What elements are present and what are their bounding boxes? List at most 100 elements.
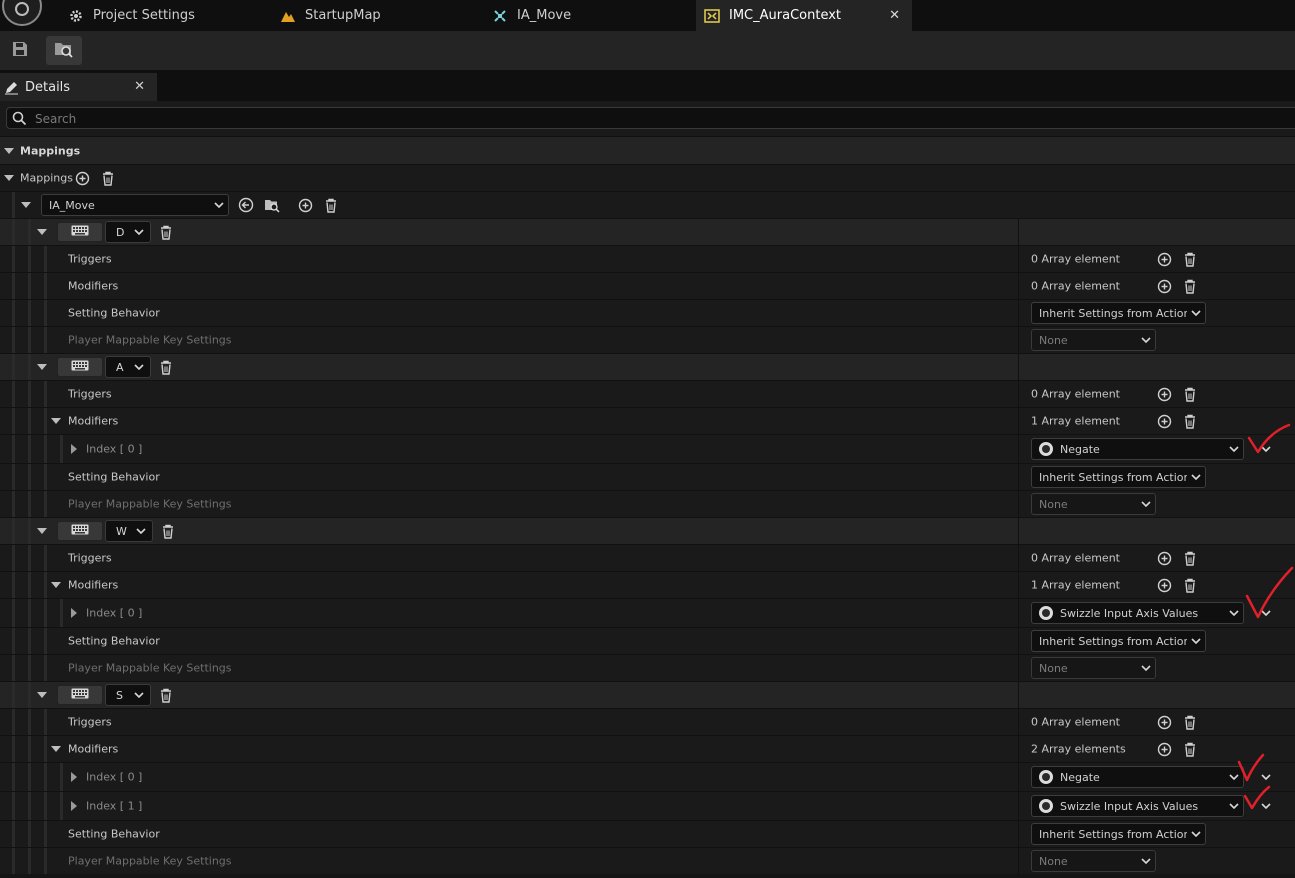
remove-key-button[interactable] xyxy=(158,687,174,703)
add-key-button[interactable] xyxy=(297,197,313,213)
collapsed-arrow-icon[interactable] xyxy=(71,772,77,782)
column-splitter[interactable] xyxy=(1018,545,1019,571)
modifier-class-select[interactable]: Negate xyxy=(1031,766,1244,788)
clear-elements-button[interactable] xyxy=(1182,550,1198,566)
column-splitter[interactable] xyxy=(1018,273,1019,299)
add-element-button[interactable] xyxy=(1156,741,1172,757)
clear-elements-button[interactable] xyxy=(1182,741,1198,757)
triggers-row: Triggers 0 Array element xyxy=(0,544,1295,571)
modifier-class-select[interactable]: Swizzle Input Axis Values xyxy=(1031,795,1244,817)
setting-behavior-select[interactable]: Inherit Settings from Action xyxy=(1031,466,1206,488)
column-splitter[interactable] xyxy=(1018,491,1019,517)
column-splitter[interactable] xyxy=(1018,464,1019,490)
triggers-row: Triggers 0 Array element xyxy=(0,245,1295,272)
add-element-button[interactable] xyxy=(1156,714,1172,730)
column-splitter[interactable] xyxy=(1018,655,1019,681)
player-mappable-select[interactable]: None xyxy=(1031,493,1156,515)
remove-key-button[interactable] xyxy=(158,224,174,240)
column-splitter[interactable] xyxy=(1018,736,1019,762)
modifier-class-select[interactable]: Swizzle Input Axis Values xyxy=(1031,602,1244,624)
clear-elements-button[interactable] xyxy=(1182,714,1198,730)
add-element-button[interactable] xyxy=(1156,386,1172,402)
save-button[interactable] xyxy=(2,36,38,65)
tab-imc-auracontext[interactable]: IMC_AuraContext ✕ xyxy=(696,0,912,31)
browse-asset-button[interactable] xyxy=(264,197,280,213)
column-splitter[interactable] xyxy=(1018,327,1019,353)
clear-elements-button[interactable] xyxy=(1182,413,1198,429)
key-select[interactable]: A xyxy=(105,356,151,378)
keyboard-key-selector-button[interactable] xyxy=(57,357,103,377)
column-splitter[interactable] xyxy=(1018,381,1019,407)
column-splitter[interactable] xyxy=(1018,763,1019,791)
key-select[interactable]: S xyxy=(105,684,151,706)
keyboard-key-selector-button[interactable] xyxy=(57,521,103,541)
tab-project-settings[interactable]: Project Settings xyxy=(60,0,278,31)
expand-arrow-icon[interactable] xyxy=(37,364,47,370)
column-splitter[interactable] xyxy=(1018,354,1019,380)
close-tab-icon[interactable]: ✕ xyxy=(889,8,900,23)
remove-key-button[interactable] xyxy=(160,523,176,539)
unreal-logo-icon[interactable] xyxy=(2,0,42,26)
column-splitter[interactable] xyxy=(1018,628,1019,654)
column-splitter[interactable] xyxy=(1018,518,1019,544)
column-splitter[interactable] xyxy=(1018,246,1019,272)
expand-arrow-icon[interactable] xyxy=(4,175,14,181)
player-mappable-select[interactable]: None xyxy=(1031,329,1156,351)
key-select[interactable]: D xyxy=(105,221,151,243)
expand-arrow-icon[interactable] xyxy=(21,202,31,208)
column-splitter[interactable] xyxy=(1018,682,1019,708)
column-splitter[interactable] xyxy=(1018,408,1019,434)
setting-behavior-select[interactable]: Inherit Settings from Action xyxy=(1031,630,1206,652)
add-element-button[interactable] xyxy=(1156,413,1172,429)
clear-elements-button[interactable] xyxy=(1182,251,1198,267)
close-panel-icon[interactable]: ✕ xyxy=(134,79,145,94)
column-splitter[interactable] xyxy=(1018,821,1019,847)
column-splitter[interactable] xyxy=(1018,599,1019,627)
expand-arrow-icon[interactable] xyxy=(37,528,47,534)
clear-elements-button[interactable] xyxy=(1182,577,1198,593)
remove-key-button[interactable] xyxy=(158,359,174,375)
modifier-index-row: Index [ 0 ] Negate xyxy=(0,762,1295,791)
expand-arrow-icon[interactable] xyxy=(37,229,47,235)
column-splitter[interactable] xyxy=(1018,300,1019,326)
expand-arrow-icon[interactable] xyxy=(51,418,61,424)
tab-details[interactable]: Details ✕ xyxy=(0,73,157,101)
key-select[interactable]: W xyxy=(105,520,153,542)
player-mappable-select[interactable]: None xyxy=(1031,657,1156,679)
add-mapping-button[interactable] xyxy=(74,170,90,186)
column-splitter[interactable] xyxy=(1018,709,1019,735)
column-splitter[interactable] xyxy=(1018,792,1019,820)
keyboard-key-selector-button[interactable] xyxy=(57,685,103,705)
tab-startupmap[interactable]: StartupMap xyxy=(272,0,490,31)
search-box[interactable] xyxy=(6,107,1295,129)
column-splitter[interactable] xyxy=(1018,219,1019,245)
collapsed-arrow-icon[interactable] xyxy=(71,444,77,454)
action-select[interactable]: IA_Move xyxy=(41,194,229,216)
setting-behavior-select[interactable]: Inherit Settings from Action xyxy=(1031,302,1206,324)
clear-elements-button[interactable] xyxy=(1182,278,1198,294)
add-element-button[interactable] xyxy=(1156,550,1172,566)
keyboard-key-selector-button[interactable] xyxy=(57,222,103,242)
add-element-button[interactable] xyxy=(1156,251,1172,267)
column-splitter[interactable] xyxy=(1018,435,1019,463)
expand-arrow-icon[interactable] xyxy=(51,582,61,588)
add-element-button[interactable] xyxy=(1156,577,1172,593)
search-input[interactable] xyxy=(33,110,1137,128)
collapsed-arrow-icon[interactable] xyxy=(71,608,77,618)
clear-mappings-button[interactable] xyxy=(100,170,116,186)
clear-elements-button[interactable] xyxy=(1182,386,1198,402)
collapse-category-icon[interactable] xyxy=(4,147,14,154)
expand-arrow-icon[interactable] xyxy=(51,746,61,752)
collapsed-arrow-icon[interactable] xyxy=(71,801,77,811)
setting-behavior-select[interactable]: Inherit Settings from Action xyxy=(1031,823,1206,845)
player-mappable-select[interactable]: None xyxy=(1031,850,1156,872)
expand-arrow-icon[interactable] xyxy=(37,692,47,698)
delete-action-button[interactable] xyxy=(323,197,339,213)
column-splitter[interactable] xyxy=(1018,848,1019,874)
column-splitter[interactable] xyxy=(1018,572,1019,598)
modifier-class-select[interactable]: Negate xyxy=(1031,438,1244,460)
use-selected-asset-button[interactable] xyxy=(238,197,254,213)
tab-ia-move[interactable]: IA_Move xyxy=(484,0,702,31)
add-element-button[interactable] xyxy=(1156,278,1172,294)
browse-to-asset-button[interactable] xyxy=(46,36,82,65)
